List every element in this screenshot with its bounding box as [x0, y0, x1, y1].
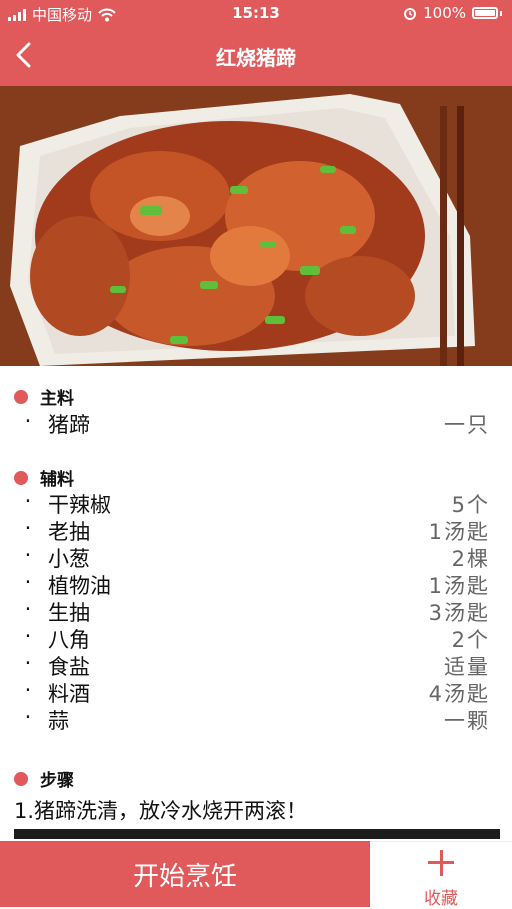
bullet: ·	[24, 651, 32, 675]
bullet: ·	[24, 516, 32, 540]
nav-bar: 中国移动 15:13 100% 红烧猪蹄	[0, 0, 512, 86]
bullet: ·	[24, 409, 32, 433]
aux-ingredients-title: 辅料	[40, 470, 74, 490]
ingredient-name: 猪蹄	[48, 413, 90, 437]
main-ingredients-title: 主料	[40, 389, 74, 409]
ingredient-amount: 1汤匙	[428, 574, 490, 598]
battery-percent: 100%	[423, 4, 466, 22]
ingredient-row: · 料酒 4汤匙	[20, 678, 490, 706]
bottom-action-bar: 开始烹饪 收藏	[0, 841, 512, 909]
battery-icon	[472, 7, 498, 19]
section-dot	[14, 389, 28, 404]
dish-photo	[0, 86, 512, 366]
bullet: ·	[24, 705, 32, 729]
ingredient-amount: 1汤匙	[428, 520, 490, 544]
ingredient-amount: 5个	[451, 493, 490, 517]
ingredient-row: · 生抽 3汤匙	[20, 597, 490, 625]
ingredient-amount: 3汤匙	[428, 601, 490, 625]
plus-icon	[428, 850, 454, 876]
ingredient-amount: 一只	[444, 413, 490, 437]
ingredient-name: 植物油	[48, 574, 111, 598]
battery-tip	[500, 10, 502, 16]
aux-ingredients-header: 辅料	[14, 465, 74, 490]
ingredient-name: 小葱	[48, 547, 90, 571]
ingredient-name: 生抽	[48, 601, 90, 625]
page-title: 红烧猪蹄	[216, 46, 296, 70]
bullet: ·	[24, 543, 32, 567]
start-cooking-button[interactable]: 开始烹饪	[0, 841, 370, 907]
ingredient-name: 八角	[48, 628, 90, 652]
ingredient-row: · 老抽 1汤匙	[20, 516, 490, 544]
ingredient-row: · 干辣椒 5个	[20, 489, 490, 517]
ingredient-row: · 食盐 适量	[20, 651, 490, 679]
steps-title: 步骤	[40, 771, 74, 791]
main-ingredients-header: 主料	[14, 384, 74, 409]
ingredient-amount: 4汤匙	[428, 682, 490, 706]
ingredient-name: 料酒	[48, 682, 90, 706]
favorite-label: 收藏	[424, 889, 458, 909]
favorite-button[interactable]: 收藏	[370, 841, 512, 909]
bullet: ·	[24, 624, 32, 648]
ingredient-name: 食盐	[48, 655, 90, 679]
ingredient-amount: 2个	[451, 628, 490, 652]
section-dot	[14, 771, 28, 786]
ingredient-row: · 猪蹄 一只	[20, 409, 490, 437]
steps-header: 步骤	[14, 766, 74, 791]
ingredient-amount: 一颗	[444, 709, 490, 733]
ingredient-row: · 植物油 1汤匙	[20, 570, 490, 598]
ingredient-name: 老抽	[48, 520, 90, 544]
status-right: 100%	[403, 4, 502, 22]
ingredient-row: · 八角 2个	[20, 624, 490, 652]
ingredient-name: 干辣椒	[48, 493, 111, 517]
section-dot	[14, 470, 28, 485]
step-photo	[14, 829, 500, 839]
bullet: ·	[24, 597, 32, 621]
bullet: ·	[24, 570, 32, 594]
ingredient-row: · 蒜 一颗	[20, 705, 490, 733]
bullet: ·	[24, 489, 32, 513]
ingredient-amount: 2棵	[451, 547, 490, 571]
ingredient-name: 蒜	[48, 709, 69, 733]
ingredient-amount: 适量	[444, 655, 490, 679]
status-bar: 中国移动 15:13 100%	[0, 0, 512, 28]
ingredient-row: · 小葱 2棵	[20, 543, 490, 571]
step-text: 1.猪蹄洗清，放冷水烧开两滚！	[14, 799, 308, 823]
alarm-icon	[404, 8, 417, 20]
title-row: 红烧猪蹄	[0, 34, 512, 78]
bullet: ·	[24, 678, 32, 702]
